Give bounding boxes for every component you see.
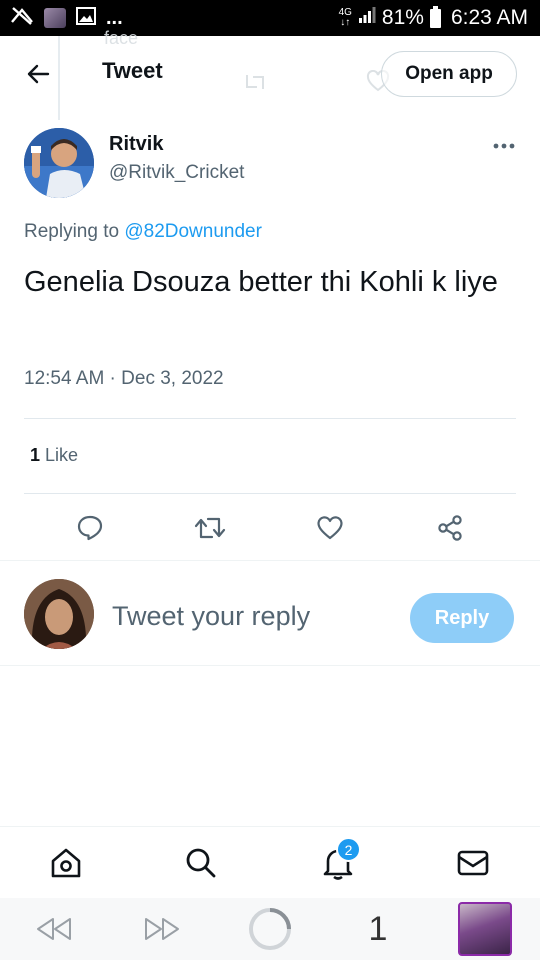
notification-badge: 2 bbox=[336, 837, 361, 862]
tweet-timestamp[interactable]: 12:54 AM · Dec 3, 2022 bbox=[24, 368, 224, 390]
divider bbox=[24, 418, 516, 419]
retweet-action-button[interactable] bbox=[190, 508, 230, 548]
photo-thumbnail-icon bbox=[44, 8, 66, 28]
arrow-left-icon bbox=[27, 64, 50, 84]
battery-icon bbox=[429, 5, 441, 28]
tab-messages[interactable] bbox=[455, 845, 491, 881]
divider bbox=[24, 493, 516, 494]
loading-spinner bbox=[247, 906, 293, 952]
share-action-button[interactable] bbox=[430, 508, 470, 548]
more-horizontal-icon bbox=[493, 143, 515, 149]
signal-strength-icon bbox=[358, 6, 376, 30]
signal-slash-icon bbox=[10, 6, 34, 31]
search-icon bbox=[186, 848, 216, 878]
home-icon bbox=[51, 848, 81, 878]
status-overflow: ... bbox=[106, 6, 123, 29]
reply-button[interactable]: Reply bbox=[410, 593, 514, 643]
retweet-icon bbox=[194, 517, 226, 539]
fast-forward-button[interactable] bbox=[142, 910, 182, 948]
current-user-avatar[interactable] bbox=[24, 579, 94, 649]
author-avatar[interactable] bbox=[24, 128, 94, 198]
author-name[interactable]: Ritvik bbox=[109, 133, 163, 156]
replying-to: Replying to @82Downunder bbox=[24, 221, 262, 242]
ghost-text: face bbox=[104, 28, 139, 48]
tab-search[interactable] bbox=[183, 845, 219, 881]
thread-connector-line bbox=[58, 36, 60, 120]
replying-to-mention[interactable]: @82Downunder bbox=[124, 221, 262, 242]
reply-composer: Tweet your reply Reply bbox=[0, 560, 540, 666]
spinner-icon bbox=[249, 908, 291, 950]
rewind-button[interactable] bbox=[34, 910, 74, 948]
status-time: 6:23 AM bbox=[450, 6, 528, 29]
system-navigation-bar: 1 bbox=[0, 898, 540, 960]
mail-icon bbox=[457, 850, 489, 876]
like-action-button[interactable] bbox=[310, 508, 350, 548]
rewind-icon bbox=[37, 918, 71, 940]
page-title: Tweet bbox=[102, 58, 163, 83]
recent-app-thumbnail[interactable] bbox=[458, 902, 512, 956]
status-bar: ... 4G ↓↑ 81% 6:23 AM bbox=[0, 0, 540, 36]
likes-count[interactable]: 1 Like bbox=[30, 445, 78, 466]
author-handle[interactable]: @Ritvik_Cricket bbox=[109, 162, 244, 184]
share-icon bbox=[438, 515, 462, 541]
gallery-icon bbox=[76, 6, 96, 30]
fast-forward-icon bbox=[145, 918, 179, 940]
reply-input[interactable]: Tweet your reply bbox=[112, 601, 310, 632]
page-number: 1 bbox=[368, 909, 388, 948]
bottom-tab-bar: 2 bbox=[0, 826, 540, 898]
comment-icon bbox=[77, 515, 103, 541]
more-options-button[interactable] bbox=[490, 134, 518, 158]
network-type-icon: 4G ↓↑ bbox=[338, 7, 352, 28]
heart-icon bbox=[317, 516, 343, 540]
reply-action-button[interactable] bbox=[70, 508, 110, 548]
open-app-button[interactable]: Open app bbox=[381, 51, 517, 97]
tweet-actions bbox=[0, 508, 540, 548]
tab-home[interactable] bbox=[48, 845, 84, 881]
tweet-text: Genelia Dsouza better thi Kohli k liye bbox=[24, 266, 498, 298]
battery-percent: 81% bbox=[381, 6, 424, 29]
top-app-bar: face Tweet Open app bbox=[0, 28, 540, 120]
back-button[interactable] bbox=[22, 58, 54, 90]
ghost-retweet-icon bbox=[242, 71, 268, 98]
